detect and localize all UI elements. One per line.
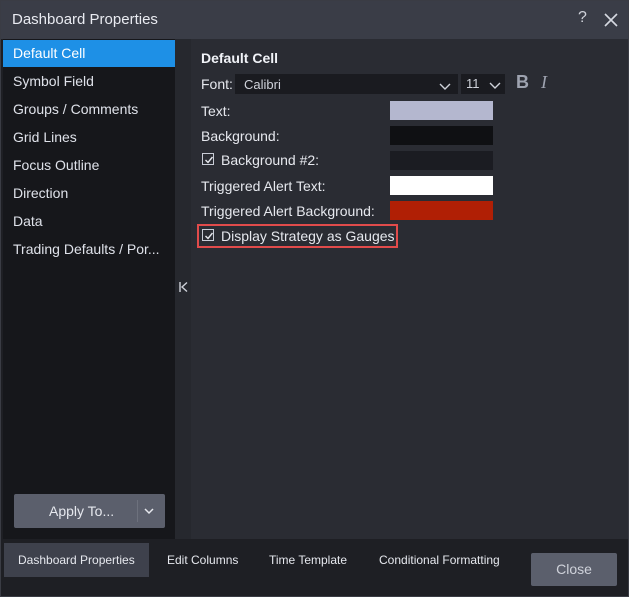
text-color-label: Text: [201, 103, 231, 119]
tab-dashboard-properties[interactable]: Dashboard Properties [4, 543, 149, 577]
font-size-select[interactable]: 11 [461, 74, 505, 94]
background-color-swatch[interactable] [390, 126, 493, 145]
sidebar-item-trading-defaults[interactable]: Trading Defaults / Por... [3, 236, 175, 263]
dashboard-properties-dialog: Dashboard Properties ? Default Cell Symb… [0, 0, 629, 597]
close-icon[interactable] [601, 10, 621, 30]
section-title: Default Cell [201, 50, 279, 66]
alert-text-label: Triggered Alert Text: [201, 178, 326, 194]
sidebar: Default Cell Symbol Field Groups / Comme… [3, 39, 175, 539]
bottom-bar: Dashboard Properties Edit Columns Time T… [3, 539, 628, 596]
sidebar-splitter[interactable] [175, 39, 191, 539]
sidebar-item-focus-outline[interactable]: Focus Outline [3, 152, 175, 179]
italic-toggle[interactable]: I [541, 72, 547, 93]
collapse-sidebar-icon[interactable] [178, 281, 189, 296]
text-color-swatch[interactable] [390, 101, 493, 120]
font-label: Font: [201, 76, 233, 92]
tab-time-template[interactable]: Time Template [269, 543, 347, 577]
tab-conditional-formatting[interactable]: Conditional Formatting [379, 543, 500, 577]
window-title: Dashboard Properties [12, 11, 158, 28]
background2-color-swatch[interactable] [390, 151, 493, 170]
font-size-value: 11 [466, 76, 480, 91]
sidebar-item-grid-lines[interactable]: Grid Lines [3, 124, 175, 151]
help-button[interactable]: ? [578, 9, 587, 27]
alert-text-color-swatch[interactable] [390, 176, 493, 195]
title-bar: Dashboard Properties ? [1, 1, 628, 39]
sidebar-item-data[interactable]: Data [3, 208, 175, 235]
sidebar-item-default-cell[interactable]: Default Cell [3, 40, 175, 67]
apply-to-button[interactable]: Apply To... [14, 494, 165, 528]
background2-checkbox[interactable] [202, 153, 214, 165]
sidebar-item-groups-comments[interactable]: Groups / Comments [3, 96, 175, 123]
background-color-label: Background: [201, 128, 280, 144]
close-button[interactable]: Close [531, 553, 617, 586]
bold-toggle[interactable]: B [516, 72, 529, 93]
sidebar-item-direction[interactable]: Direction [3, 180, 175, 207]
alert-background-label: Triggered Alert Background: [201, 203, 375, 219]
font-family-value: Calibri [244, 77, 281, 92]
apply-to-label: Apply To... [49, 503, 115, 519]
chevron-down-icon [489, 79, 501, 94]
tab-edit-columns[interactable]: Edit Columns [167, 543, 238, 577]
alert-background-color-swatch[interactable] [390, 201, 493, 220]
font-family-select[interactable]: Calibri [235, 74, 458, 94]
chevron-down-icon[interactable] [143, 504, 155, 520]
sidebar-item-symbol-field[interactable]: Symbol Field [3, 68, 175, 95]
properties-panel: Default Cell Font: Calibri 11 B I Text: … [191, 39, 628, 539]
gauges-label: Display Strategy as Gauges [221, 228, 395, 244]
chevron-down-icon [439, 80, 451, 95]
background2-label: Background #2: [221, 152, 320, 168]
gauges-checkbox[interactable] [202, 229, 214, 241]
apply-to-divider [137, 500, 138, 522]
